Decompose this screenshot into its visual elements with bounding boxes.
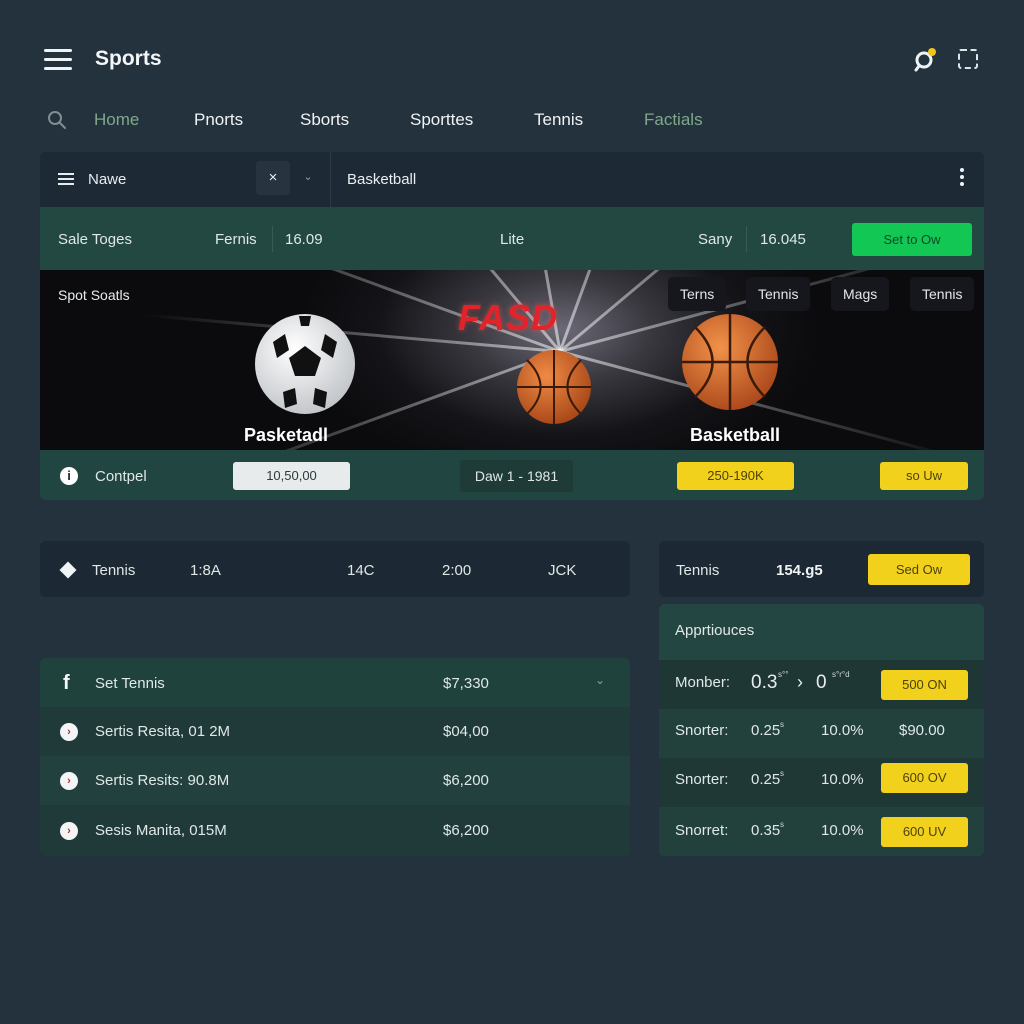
list-item-label: Sertis Resits: 90.8M (95, 772, 230, 789)
banner-tab-tennis[interactable]: Tennis (746, 277, 811, 311)
odds-badge[interactable]: 250-190K (677, 462, 794, 490)
app-action-button[interactable]: 500 ON (881, 670, 968, 700)
set-to-button[interactable]: Set to Ow (852, 223, 972, 256)
fasd-logo: FASD (458, 297, 559, 338)
amount-input[interactable]: 10,50,00 (233, 462, 350, 490)
app-row-amount: $90.00 (899, 722, 945, 739)
search-icon[interactable] (47, 110, 67, 130)
app-row-label: Snorret: (675, 822, 729, 839)
banner-tab-mags[interactable]: Mags (831, 277, 890, 311)
chevron-down-icon[interactable]: ⌄ (595, 673, 605, 687)
sale-value-2: 16.045 (760, 231, 806, 248)
basketball-small-image (517, 350, 591, 424)
list-item-label: Sesis Manita, 015M (95, 822, 227, 839)
app-row-v1-sup: s°° (778, 670, 789, 679)
app-action-button[interactable]: 600 UV (881, 817, 968, 847)
tab-pnorts[interactable]: Pnorts (194, 110, 243, 130)
banner-tab-terns[interactable]: Terns (668, 277, 727, 311)
facebook-icon: f (63, 672, 70, 694)
tennis-col-4: JCK (548, 562, 577, 579)
app-row-label: Snorter: (675, 771, 729, 788)
arrow-right-icon: › (797, 672, 803, 692)
list-item-label: Set Tennis (95, 675, 165, 692)
banner-title: Spot Soatls (58, 287, 130, 303)
date-range[interactable]: Daw 1 - 1981 (460, 460, 573, 492)
filter-bar (40, 152, 984, 207)
tab-home[interactable]: Home (94, 110, 139, 130)
sale-mid: Lite (500, 231, 525, 248)
right-ball-label: Basketball (690, 425, 781, 445)
list-item-label: Sertis Resita, 01 2M (95, 723, 231, 740)
panel-title: Apprtiouces (675, 622, 755, 639)
soccer-ball-image (255, 314, 355, 414)
divider (330, 152, 331, 207)
app-row-v1: 0.25 (751, 722, 781, 739)
tennis-col-1: 1:8A (190, 562, 221, 579)
divider (746, 226, 747, 252)
sale-value-1: 16.09 (285, 231, 323, 248)
basketball-large-image (682, 314, 778, 410)
app-row-v1-sup: s (780, 769, 784, 778)
info-icon[interactable]: i (60, 467, 78, 485)
banner-tab-tennis-2[interactable]: Tennis (910, 277, 975, 311)
tennis-label: Tennis (92, 562, 136, 579)
app-row-v1: 0.25 (751, 771, 781, 788)
list-item-amount: $6,200 (443, 772, 489, 789)
arrow-circle-icon: › (60, 723, 78, 741)
hamburger-icon[interactable] (44, 49, 72, 71)
divider (272, 226, 273, 252)
app-row-v2: 10.0% (821, 771, 864, 788)
bell-icon[interactable] (912, 46, 938, 72)
app-row-v1: 0.3 (751, 672, 778, 693)
expand-icon[interactable] (958, 49, 978, 69)
list-menu-icon[interactable] (58, 173, 74, 185)
app-row-label: Monber: (675, 674, 731, 691)
app-title: Sports (95, 47, 162, 70)
arrow-circle-icon: › (60, 772, 78, 790)
app-row-v1-sup: s (780, 720, 784, 729)
app-row-v2: 0 (816, 672, 827, 693)
clear-filter-button[interactable]: × (256, 161, 290, 195)
name-filter-label[interactable]: Nawe (88, 171, 126, 188)
chevron-down-icon[interactable]: ⌄ (296, 170, 320, 188)
list-item-amount: $7,330 (443, 675, 489, 692)
tab-factials[interactable]: Factials (644, 110, 703, 130)
arrow-circle-icon: › (60, 822, 78, 840)
sale-user: Sany (698, 231, 733, 248)
tab-tennis[interactable]: Tennis (534, 110, 583, 130)
app-row-v2: 10.0% (821, 722, 864, 739)
app-action-button[interactable]: 600 OV (881, 763, 968, 793)
app-row-v1: 0.35 (751, 822, 781, 839)
left-ball-label: Pasketadl (244, 425, 329, 445)
sale-sport: Fernis (215, 231, 257, 248)
app-row-v2-sup: s°r°d (832, 670, 850, 679)
right-tennis-label: Tennis (676, 562, 720, 579)
sale-label: Sale Toges (58, 231, 132, 248)
app-row-label: Snorter: (675, 722, 729, 739)
app-row-v1-sup: s (780, 820, 784, 829)
tab-sborts[interactable]: Sborts (300, 110, 349, 130)
sed-ow-button[interactable]: Sed Ow (868, 554, 970, 585)
so-uw-button[interactable]: so Uw (880, 462, 968, 490)
list-item-amount: $04,00 (443, 723, 489, 740)
app-row-v2: 10.0% (821, 822, 864, 839)
more-options-icon[interactable] (956, 168, 968, 190)
control-label: Contpel (95, 468, 147, 485)
right-tennis-value: 154.g5 (776, 562, 823, 579)
sport-selector[interactable]: Basketball (347, 171, 416, 188)
tennis-col-2: 14C (347, 562, 375, 579)
list-item-amount: $6,200 (443, 822, 489, 839)
tennis-col-3: 2:00 (442, 562, 472, 579)
tab-sporttes[interactable]: Sporttes (410, 110, 473, 130)
